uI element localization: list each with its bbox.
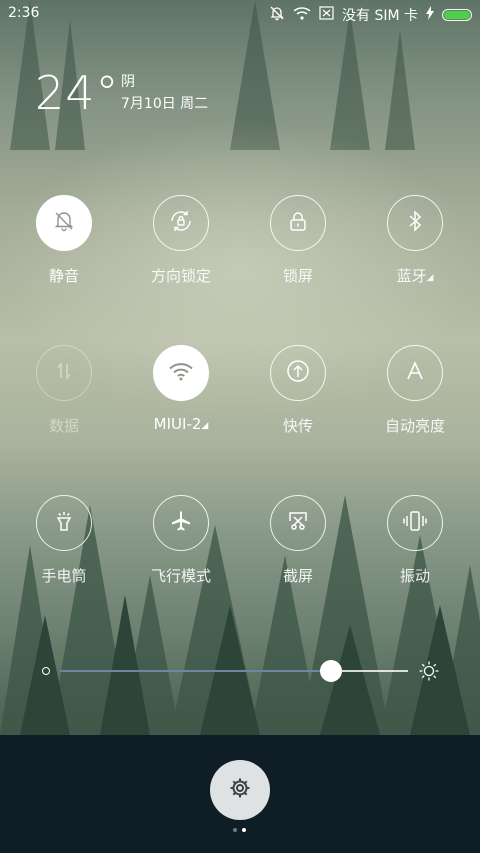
status-time: 2:36 bbox=[8, 5, 40, 21]
rotation-lock-icon bbox=[168, 208, 194, 238]
brightness-high-icon bbox=[418, 660, 440, 686]
weather-date: 7月10日 周二 bbox=[121, 96, 209, 112]
toggle-bluetooth[interactable]: 蓝牙◢ bbox=[356, 195, 474, 286]
charging-icon bbox=[426, 6, 434, 24]
page-dot-active bbox=[242, 828, 246, 832]
toggle-label: 蓝牙◢ bbox=[356, 265, 474, 286]
toggle-circle[interactable] bbox=[36, 345, 92, 401]
screenshot-icon bbox=[286, 509, 310, 537]
bottom-bar bbox=[0, 735, 480, 853]
toggle-label: 快传 bbox=[282, 417, 313, 435]
toggle-lock-screen[interactable]: 锁屏 bbox=[239, 195, 357, 286]
toggle-label: 振动 bbox=[399, 567, 430, 585]
weather-condition: 阴 bbox=[121, 74, 135, 90]
toggle-wifi[interactable]: MIUI-2◢ bbox=[122, 345, 240, 433]
toggle-circle[interactable] bbox=[36, 195, 92, 251]
toggle-label: MIUI-2◢ bbox=[122, 415, 240, 433]
toggle-circle[interactable] bbox=[270, 345, 326, 401]
carrier-text: 没有 SIM 卡 bbox=[342, 8, 418, 24]
toggle-circle[interactable] bbox=[270, 195, 326, 251]
gear-icon bbox=[228, 776, 252, 804]
toggle-airplane[interactable]: 飞行模式 bbox=[122, 495, 240, 586]
control-center-screen: 2:36 没有 SIM 卡 24° 阴 7月10日 周二 静音 方向锁定 锁屏 … bbox=[0, 0, 480, 853]
toggle-label-text: 蓝牙 bbox=[396, 267, 427, 285]
bell-off-icon bbox=[269, 5, 285, 25]
toggle-label: 截屏 bbox=[282, 567, 313, 585]
toggle-label: 手电筒 bbox=[41, 567, 87, 585]
toggle-silent[interactable]: 静音 bbox=[5, 195, 123, 286]
wifi-icon bbox=[293, 6, 311, 24]
submenu-triangle-icon: ◢ bbox=[426, 273, 434, 283]
toggle-circle[interactable] bbox=[36, 495, 92, 551]
page-dot bbox=[233, 828, 237, 832]
toggle-rotation-lock[interactable]: 方向锁定 bbox=[122, 195, 240, 286]
submenu-triangle-icon: ◢ bbox=[201, 421, 209, 431]
brightness-fill bbox=[60, 670, 331, 672]
toggle-quick-share[interactable]: 快传 bbox=[239, 345, 357, 436]
lock-icon bbox=[287, 210, 309, 236]
toggle-label: 锁屏 bbox=[282, 267, 313, 285]
toggle-vibrate[interactable]: 振动 bbox=[356, 495, 474, 586]
battery-icon bbox=[442, 9, 472, 21]
data-icon bbox=[54, 361, 74, 385]
brightness-knob[interactable] bbox=[320, 660, 342, 682]
toggle-circle[interactable] bbox=[387, 195, 443, 251]
toggle-circle[interactable] bbox=[153, 345, 209, 401]
vibrate-icon bbox=[402, 510, 428, 536]
bell-off-icon bbox=[52, 209, 76, 237]
toggle-label: 自动亮度 bbox=[384, 417, 445, 435]
toggle-circle[interactable] bbox=[153, 195, 209, 251]
status-bar: 2:36 没有 SIM 卡 bbox=[0, 0, 480, 28]
toggle-circle[interactable] bbox=[153, 495, 209, 551]
toggle-label: 静音 bbox=[48, 267, 79, 285]
wifi-icon bbox=[168, 361, 194, 385]
toggle-label-text: MIUI-2 bbox=[153, 415, 202, 433]
brightness-track[interactable] bbox=[60, 660, 408, 682]
bluetooth-icon bbox=[405, 210, 425, 236]
toggle-label: 方向锁定 bbox=[150, 267, 211, 285]
toggle-flashlight[interactable]: 手电筒 bbox=[5, 495, 123, 586]
brightness-slider[interactable] bbox=[38, 658, 442, 684]
temperature: 24° bbox=[35, 66, 120, 120]
airplane-icon bbox=[169, 509, 193, 537]
toggle-screenshot[interactable]: 截屏 bbox=[239, 495, 357, 586]
settings-button[interactable] bbox=[210, 760, 270, 820]
toggle-label: 数据 bbox=[48, 417, 79, 435]
upload-icon bbox=[285, 358, 311, 388]
toggle-data[interactable]: 数据 bbox=[5, 345, 123, 436]
weather-info: 阴 7月10日 周二 bbox=[121, 71, 208, 115]
auto-brightness-icon bbox=[404, 360, 426, 386]
toggle-circle[interactable] bbox=[387, 345, 443, 401]
brightness-low-icon bbox=[42, 667, 50, 675]
toggle-label: 飞行模式 bbox=[150, 567, 211, 585]
flashlight-icon bbox=[52, 509, 76, 537]
page-indicator bbox=[233, 828, 246, 832]
toggle-circle[interactable] bbox=[387, 495, 443, 551]
toggle-circle[interactable] bbox=[270, 495, 326, 551]
toggle-auto-brightness[interactable]: 自动亮度 bbox=[356, 345, 474, 436]
sim-icon bbox=[319, 6, 334, 24]
